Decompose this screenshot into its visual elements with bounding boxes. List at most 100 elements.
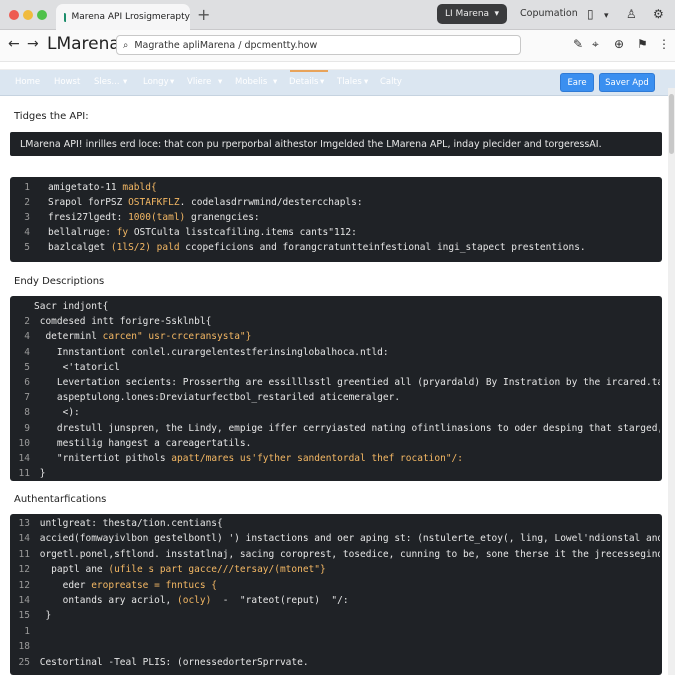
code-text: untlgreat: thesta/tion.centians{ [34, 518, 223, 529]
line-number: 6 [24, 377, 30, 388]
scrollbar-thumb[interactable] [669, 94, 674, 154]
code-highlight: eropreatse = fnntucs { [91, 579, 218, 591]
profile-tab[interactable]: LI Marena ▾ [437, 4, 507, 24]
line-number: 18 [18, 641, 30, 653]
code-text: OSTCulta lisstcafiling.items cants"112: [128, 227, 357, 238]
code-text: Cestortinal -Teal PLIS: (ornessedorterSp… [34, 656, 309, 668]
profile-tab-label: LI Marena [445, 9, 490, 19]
line-number: 5 [24, 242, 30, 253]
line-number: 13 [18, 518, 30, 529]
window-caption: Copumation [520, 8, 578, 19]
code-text: aspeptulong.lones:Dreviaturfectbol_resta… [34, 392, 401, 404]
code-line: Sacr indjont{ [10, 301, 660, 317]
browser-tab[interactable]: Marena API Lrosigmerapty [56, 4, 190, 30]
code-text: bellalruge: [48, 227, 117, 238]
line-number: 1 [24, 625, 30, 637]
menu-item-howst[interactable]: Howst [54, 77, 80, 87]
code-text: Srapol forPSZ [48, 197, 129, 208]
toolbar-spacer [0, 62, 675, 70]
code-text: fresi27lgedt: [48, 212, 129, 223]
code-block-descriptions: Sacr indjont{ 2 comdesed intt forigre-Ssk… [10, 296, 662, 481]
code-line: 1 amigetato-11 mabld{ [10, 182, 660, 198]
code-text: Innstantiont conlel.curargelentestferins… [34, 346, 389, 358]
chevron-down-icon[interactable]: ▾ [604, 9, 609, 23]
menu-item-longy[interactable]: Longy [143, 77, 169, 87]
code-line: 14 ontands ary acriol, (ocly) - "rateot(… [10, 595, 660, 611]
document-icon[interactable]: ▯ [587, 7, 594, 21]
chevron-down-icon: ▾ [273, 77, 278, 87]
menu-item-home[interactable]: Home [15, 77, 40, 87]
save-button[interactable]: Saver Apd [599, 73, 655, 92]
code-text: "rnitertiot pithols [34, 453, 172, 464]
code-line: 4 determinl carcen" usr-crceransysta"} [10, 331, 660, 347]
line-number: 8 [24, 407, 30, 419]
section-heading-authentications: Authentarfications [14, 494, 107, 505]
code-line: 4 bellalruge: fy OSTCulta lisstcafiling.i… [10, 227, 660, 243]
minimize-window-icon[interactable] [23, 10, 33, 20]
code-text: comdesed intt forigre-Ssklnbl{ [34, 316, 212, 328]
code-text: bazlcalget [48, 242, 111, 253]
code-text: <): [34, 407, 80, 419]
line-number: 25 [18, 656, 30, 668]
globe-icon[interactable]: ⊕ [614, 37, 624, 51]
code-text: <'tatoricl [34, 361, 120, 373]
address-bar-row: ← → LMarena ⌕ Magrathe apliMarena / dpcm… [0, 30, 675, 62]
line-number: 14 [18, 533, 30, 545]
menu-item-sles[interactable]: Sles... [94, 77, 120, 87]
api-intro-banner: LMarena API! inrilles erd loce: that con… [10, 132, 662, 156]
line-number: 2 [24, 316, 30, 328]
menu-item-tlales[interactable]: Tlales [337, 77, 362, 87]
code-text: . codelasdrrwmind/destercchapls: [179, 197, 363, 208]
url-field[interactable]: ⌕ Magrathe apliMarena / dpcmentty.how [116, 35, 521, 55]
line-number: 4 [24, 346, 30, 358]
settings-icon[interactable]: ⚙ [653, 7, 664, 21]
menu-item-mobelis[interactable]: Mobelis [235, 77, 267, 87]
code-text: ontands ary acriol, [34, 595, 177, 606]
menu-item-calty[interactable]: Calty [380, 77, 402, 87]
code-line: 25 Cestortinal -Teal PLIS: (ornessedorte… [10, 657, 660, 673]
chevron-down-icon: ▾ [170, 77, 175, 87]
edit-button[interactable]: Eare [560, 73, 594, 92]
menu-item-details[interactable]: Details [289, 77, 318, 87]
code-line: 4 Innstantiont conlel.curargelentestferi… [10, 347, 660, 363]
line-number: 15 [18, 610, 30, 622]
chevron-down-icon: ▾ [320, 77, 325, 87]
code-text: drestull junspren, the Lindy, empige iff… [34, 422, 660, 434]
line-number: 9 [24, 422, 30, 434]
line-number: 11 [18, 468, 30, 480]
code-text: mestilig hangest a careagertatils. [34, 437, 252, 449]
code-line: 18 [10, 641, 660, 657]
code-text: Sacr indjont{ [34, 301, 109, 312]
code-line: 14 "rnitertiot pithols apatt/mares us'fy… [10, 453, 660, 469]
code-text: } [34, 610, 52, 622]
code-highlight: 1000(taml) [128, 212, 186, 223]
maximize-window-icon[interactable] [37, 10, 47, 20]
menu-item-vliere[interactable]: Vliere [187, 77, 211, 87]
code-line: 5 <'tatoricl [10, 362, 660, 378]
edit-pen-icon[interactable]: ✎ [573, 37, 583, 51]
scrollbar-track[interactable] [668, 88, 675, 675]
new-tab-icon[interactable]: + [197, 5, 210, 24]
more-options-icon[interactable]: ⋮ [658, 37, 670, 51]
line-number: 12 [18, 564, 30, 576]
line-number: 12 [18, 579, 30, 591]
code-text: paptl ane [34, 564, 109, 576]
pin-icon[interactable]: ⌖ [592, 37, 599, 52]
chevron-down-icon: ▾ [494, 9, 499, 19]
line-number: 11 [18, 548, 30, 560]
code-line: 8 <): [10, 407, 660, 423]
line-number: 14 [18, 453, 30, 464]
bookmark-icon[interactable]: ⚑ [637, 37, 648, 51]
back-arrow-icon[interactable]: ← [8, 36, 20, 52]
code-line: 12 eder eropreatse = fnntucs { [10, 580, 660, 596]
section-heading-descriptions: Endy Descriptions [14, 276, 105, 287]
code-highlight: OSTAFKFLZ [128, 197, 180, 208]
code-line: 10 mestilig hangest a careagertatils. [10, 438, 660, 454]
user-icon[interactable]: ♙ [626, 7, 637, 21]
forward-arrow-icon[interactable]: → [27, 36, 39, 52]
code-text: orgetl.ponel,sftlond. insstatlnaj, sacin… [34, 548, 660, 560]
code-block-authentications: 13 untlgreat: thesta/tion.centians{14 ac… [10, 514, 662, 675]
browser-titlebar: Marena API Lrosigmerapty + LI Marena ▾ C… [0, 0, 675, 30]
code-line: 11 orgetl.ponel,sftlond. insstatlnaj, sa… [10, 549, 660, 565]
close-window-icon[interactable] [9, 10, 19, 20]
